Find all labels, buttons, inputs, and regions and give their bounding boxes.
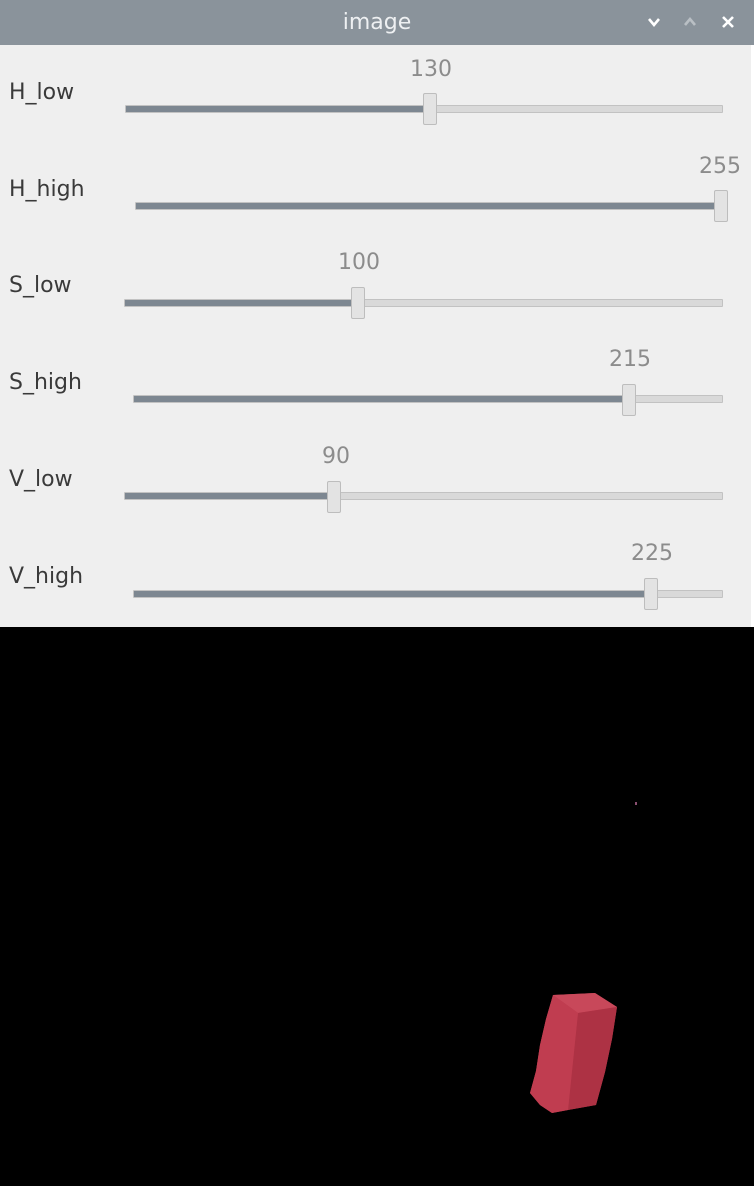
trackbar-value-s-high: 215 — [609, 347, 651, 372]
trackbar-h-high[interactable] — [135, 202, 723, 210]
trackbar-label-v-low: V_low — [9, 467, 73, 492]
trackbar-value-v-high: 225 — [631, 541, 673, 566]
trackbar-label-h-high: H_high — [9, 177, 85, 202]
trackbar-label-h-low: H_low — [9, 80, 75, 105]
minimize-icon[interactable] — [640, 8, 668, 36]
mask-output-image — [0, 627, 754, 1182]
close-icon[interactable] — [714, 8, 742, 36]
trackbar-value-h-low: 130 — [410, 57, 452, 82]
trackbar-value-v-low: 90 — [322, 444, 350, 469]
trackbar-panel: H_low 130 H_high 255 S_low 100 S_high 21… — [0, 45, 751, 627]
trackbar-fill — [134, 591, 652, 597]
trackbar-s-low[interactable] — [124, 299, 723, 307]
trackbar-handle-v-high[interactable] — [644, 578, 658, 610]
trackbar-label-s-high: S_high — [9, 370, 82, 395]
trackbar-value-h-high: 255 — [699, 154, 741, 179]
trackbar-handle-s-low[interactable] — [351, 287, 365, 319]
trackbar-fill — [125, 493, 335, 499]
trackbar-fill — [126, 106, 431, 112]
trackbar-label-v-high: V_high — [9, 564, 84, 589]
trackbar-handle-v-low[interactable] — [327, 481, 341, 513]
trackbar-fill — [136, 203, 722, 209]
trackbar-v-high[interactable] — [133, 590, 723, 598]
trackbar-label-s-low: S_low — [9, 273, 72, 298]
trackbar-fill — [134, 396, 630, 402]
trackbar-v-low[interactable] — [124, 492, 723, 500]
maximize-icon[interactable] — [676, 8, 704, 36]
masked-object — [530, 802, 637, 1113]
trackbar-value-s-low: 100 — [338, 250, 380, 275]
trackbar-handle-h-high[interactable] — [714, 190, 728, 222]
window-titlebar[interactable]: image — [0, 0, 754, 45]
trackbar-handle-s-high[interactable] — [622, 384, 636, 416]
trackbar-handle-h-low[interactable] — [423, 93, 437, 125]
trackbar-fill — [125, 300, 359, 306]
